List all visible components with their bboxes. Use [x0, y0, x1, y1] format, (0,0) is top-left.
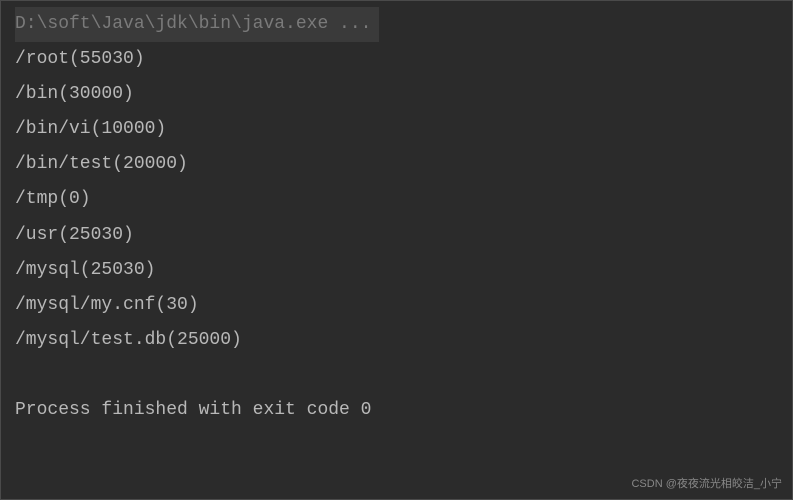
output-line: /usr(25030) — [15, 218, 778, 253]
output-line: /bin/vi(10000) — [15, 112, 778, 147]
output-line: /mysql(25030) — [15, 253, 778, 288]
output-line: /mysql/test.db(25000) — [15, 323, 778, 358]
console-header: D:\soft\Java\jdk\bin\java.exe ... — [15, 7, 379, 42]
output-line: /tmp(0) — [15, 182, 778, 217]
output-line — [15, 358, 778, 393]
output-line: /mysql/my.cnf(30) — [15, 288, 778, 323]
output-line: /bin(30000) — [15, 77, 778, 112]
console-output: D:\soft\Java\jdk\bin\java.exe ... /root(… — [1, 1, 792, 434]
watermark: CSDN @夜夜流光相皎洁_小宁 — [631, 474, 782, 495]
output-line: /bin/test(20000) — [15, 147, 778, 182]
output-line: /root(55030) — [15, 42, 778, 77]
process-finished-line: Process finished with exit code 0 — [15, 393, 778, 428]
